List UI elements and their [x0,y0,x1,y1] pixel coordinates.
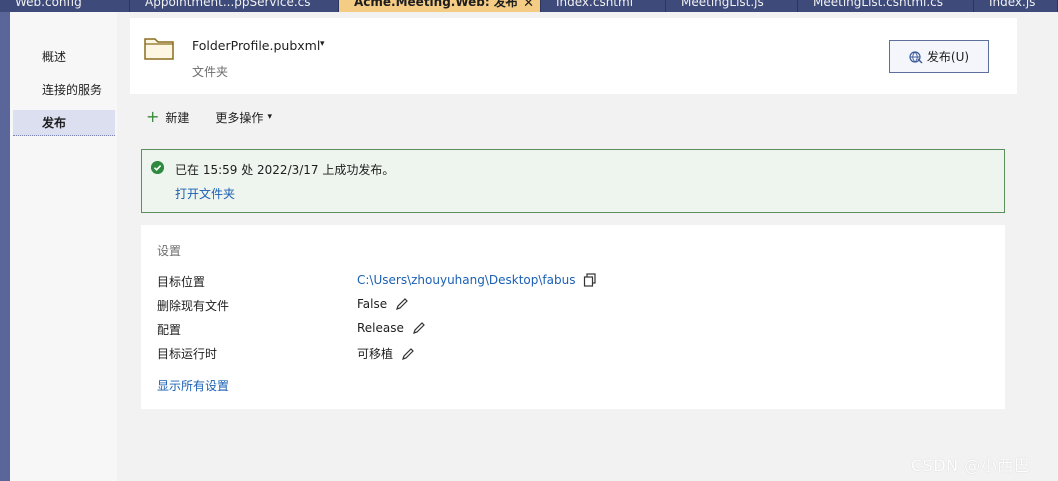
copy-icon[interactable] [583,273,597,287]
setting-row-delete-existing: 删除现有文件 False [157,297,997,315]
open-folder-link[interactable]: 打开文件夹 [175,185,235,202]
profile-card: FolderProfile.pubxml ▾ 文件夹 发布(U) [130,18,1017,94]
show-all-settings-link[interactable]: 显示所有设置 [157,377,229,394]
status-message: 已在 15:59 处 2022/3/17 上成功发布。 [175,163,395,177]
setting-key: 删除现有文件 [157,299,230,313]
tab-index-cshtml[interactable]: Index.cshtml [541,0,666,12]
publish-button-label: 发布(U) [926,50,970,64]
sidebar-item-connected-services[interactable]: 连接的服务 [13,77,115,103]
plus-icon: + [146,107,160,126]
settings-card: 设置 目标位置 C:\Users\zhouyuhang\Desktop\fabu… [141,225,1005,409]
setting-key: 配置 [157,323,182,337]
close-icon[interactable]: ✕ [523,0,534,10]
globe-publish-icon [909,50,923,63]
tab-meetinglist-js[interactable]: MeetingList.js [666,0,798,12]
pin-icon[interactable]: ⊣ [504,0,514,9]
setting-key: 目标位置 [157,275,206,289]
setting-value: 可移植 [357,347,394,361]
chevron-down-icon[interactable]: ▾ [320,39,325,49]
tab-appointment-service[interactable]: Appointment...ppService.cs [130,0,339,12]
tab-index-js[interactable]: Index.js [974,0,1058,12]
setting-row-target-location: 目标位置 C:\Users\zhouyuhang\Desktop\fabus [157,273,997,291]
watermark: CSDN @小西巴 [911,456,1031,475]
toolbar: + 新建 更多操作 ▾ [146,107,272,127]
setting-row-target-runtime: 目标运行时 可移植 [157,345,997,363]
folder-icon [144,38,174,60]
edit-icon[interactable] [395,297,409,311]
target-location-link[interactable]: C:\Users\zhouyuhang\Desktop\fabus [357,273,575,287]
check-circle-icon [151,161,164,174]
publish-page: FolderProfile.pubxml ▾ 文件夹 发布(U) + 新建 更多… [117,12,1058,481]
settings-title: 设置 [157,244,182,258]
setting-key: 目标运行时 [157,347,218,361]
new-profile-button[interactable]: + 新建 [146,109,189,126]
profile-name[interactable]: FolderProfile.pubxml [192,38,320,53]
more-actions-label: 更多操作 [215,110,264,125]
sidebar-item-overview[interactable]: 概述 [13,44,115,70]
tab-web-config[interactable]: Web.config [0,0,130,12]
sidebar-item-publish[interactable]: 发布 [13,110,115,136]
more-actions-button[interactable]: 更多操作 ▾ [215,109,272,126]
setting-value: Release [357,321,404,335]
profile-type: 文件夹 [192,65,229,79]
publish-success-banner: 已在 15:59 处 2022/3/17 上成功发布。 打开文件夹 [141,149,1005,213]
setting-value: False [357,297,388,311]
new-label: 新建 [165,110,190,125]
publish-button[interactable]: 发布(U) [889,40,989,73]
window-edge [0,12,10,481]
setting-row-configuration: 配置 Release [157,321,997,339]
tab-publish[interactable]: Acme.Meeting.Web: 发布 ⊣ ✕ [339,0,541,12]
document-tab-strip: Web.config Appointment...ppService.cs Ac… [0,0,1058,12]
edit-icon[interactable] [401,347,415,361]
tab-meetinglist-cshtml-cs[interactable]: MeetingList.cshtml.cs [798,0,974,12]
edit-icon[interactable] [412,321,426,335]
chevron-down-icon: ▾ [267,112,272,122]
sidebar: 概述 连接的服务 发布 [10,12,117,481]
